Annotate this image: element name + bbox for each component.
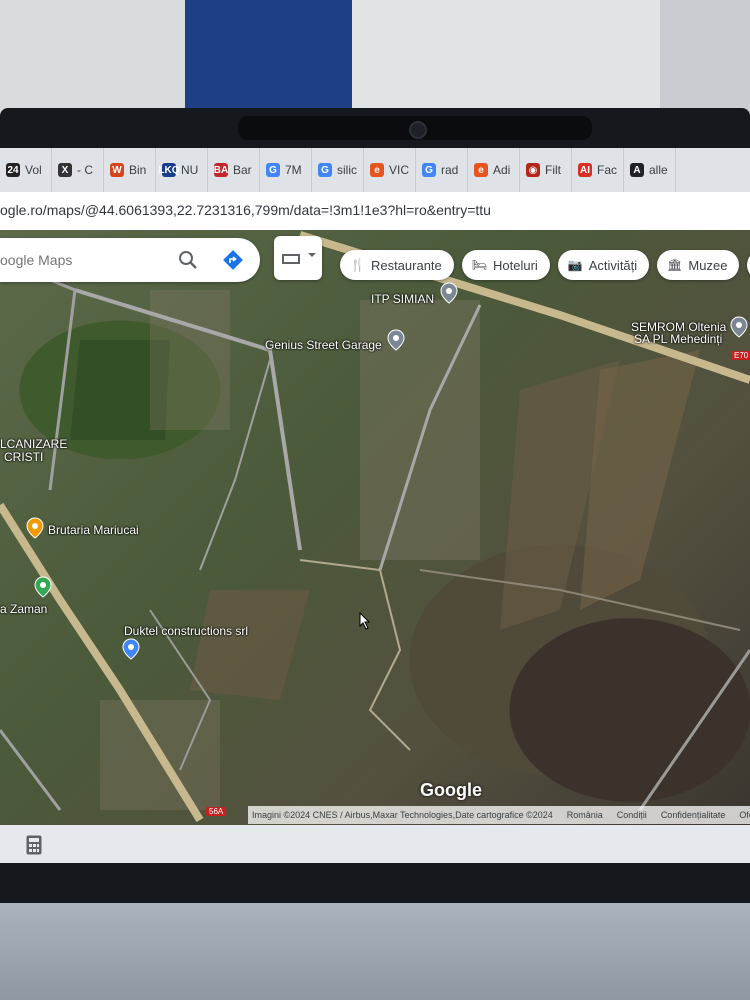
camera-icon: 📷 [567, 258, 583, 272]
tab-favicon-icon: 24 [6, 163, 20, 177]
tab-title: - C [77, 163, 93, 177]
place-label-duktel[interactable]: Duktel constructions srl [124, 624, 248, 638]
bakery-pin-icon[interactable] [26, 517, 44, 539]
search-input[interactable] [0, 238, 170, 282]
category-chips: 🍴Restaurante🛏Hoteluri📷Activități🏛Muzee🚆T [340, 250, 750, 280]
layers-button[interactable] [274, 236, 322, 280]
laptop-screen: 24 Vol X - C W Bin LKQ NU BA Bar G 7M Gsilic e VIC Grad… [0, 148, 750, 863]
place-label-vulcanizare[interactable]: LCANIZARE [0, 437, 67, 451]
category-chip-label: Hoteluri [493, 257, 538, 273]
webcam-lens [409, 121, 427, 139]
browser-tab[interactable]: LKQ NU [156, 148, 208, 192]
road-label-e70: E70 [731, 351, 750, 360]
mouse-cursor-icon [359, 612, 371, 630]
calculator-icon[interactable] [26, 835, 42, 855]
laptop-deck [0, 903, 750, 1000]
tab-favicon-icon: A [630, 163, 644, 177]
category-chip[interactable]: 🍴 Restaurante [340, 250, 454, 280]
tab-favicon-icon: G [266, 163, 280, 177]
map-pin-icon[interactable] [440, 282, 458, 304]
category-chip[interactable]: 🛏 Hoteluri [461, 250, 550, 280]
browser-tab[interactable]: Grad [416, 148, 468, 192]
tab-title: NU [181, 163, 199, 177]
tab-favicon-icon: e [370, 163, 384, 177]
browser-tab[interactable]: 24 Vol [0, 148, 52, 192]
tab-title: VIC [389, 163, 409, 177]
place-label-semrom-2[interactable]: SA PL Mehedinți [634, 332, 722, 346]
tab-favicon-icon: LKQ [158, 163, 180, 177]
tab-title: Fac [597, 163, 617, 177]
tab-favicon-icon: X [58, 163, 72, 177]
browser-tab[interactable]: ◉ Filt [520, 148, 572, 192]
category-chip-label: Muzee [688, 257, 728, 273]
map-pin-icon[interactable] [122, 638, 140, 660]
google-logo: Google [420, 780, 482, 800]
tab-favicon-icon: G [318, 163, 332, 177]
tab-title: Filt [545, 163, 561, 177]
country-link[interactable]: România [567, 810, 603, 820]
browser-tab[interactable]: X- C [52, 148, 104, 192]
tab-favicon-icon: ◉ [526, 163, 540, 177]
place-label-vulcanizare-2[interactable]: CRISTI [4, 450, 43, 464]
address-bar-url[interactable]: ogle.ro/maps/@44.6061393,22.7231316,799m… [0, 202, 491, 218]
tab-favicon-icon: G [422, 163, 436, 177]
tab-title: Vol [25, 163, 42, 177]
category-chip[interactable]: 📷 Activități [557, 250, 650, 280]
imagery-credit: Imagini ©2024 CNES / Airbus,Maxar Techno… [252, 810, 553, 820]
tab-title: 7M [285, 163, 302, 177]
category-chip[interactable]: 🏛 Muzee [657, 250, 740, 280]
tab-favicon-icon: W [110, 163, 124, 177]
tab-title: Bar [233, 163, 252, 177]
terms-link[interactable]: Condiții [617, 810, 647, 820]
os-taskbar [0, 825, 750, 863]
address-bar[interactable]: ogle.ro/maps/@44.6061393,22.7231316,799m… [0, 192, 750, 231]
browser-tab[interactable]: e Adi [468, 148, 520, 192]
browser-tab-bar: 24 Vol X - C W Bin LKQ NU BA Bar G 7M Gsilic e VIC Grad… [0, 148, 750, 192]
search-icon[interactable] [178, 250, 198, 270]
map-footer: Imagini ©2024 CNES / Airbus,Maxar Techno… [248, 806, 750, 824]
browser-tab[interactable]: W Bin [104, 148, 156, 192]
browser-tab[interactable]: Gsilic [312, 148, 364, 192]
browser-tab[interactable]: e VIC [364, 148, 416, 192]
tab-favicon-icon: AI [578, 163, 592, 177]
museum-icon: 🏛 [667, 258, 683, 272]
tab-title: rad [441, 163, 459, 177]
browser-tab[interactable]: G 7M [260, 148, 312, 192]
background-wall [0, 0, 750, 120]
tab-title: Adi [493, 163, 511, 177]
tab-title: silic [337, 163, 357, 177]
layers-icon [282, 253, 316, 264]
tab-title: Bin [129, 163, 147, 177]
browser-tab[interactable]: BA Bar [208, 148, 260, 192]
browser-tab[interactable]: Aalle [624, 148, 676, 192]
search-box[interactable] [0, 238, 260, 282]
satellite-map[interactable]: 🍴Restaurante🛏Hoteluri📷Activități🏛Muzee🚆T… [0, 230, 750, 825]
tab-favicon-icon: BA [213, 163, 229, 177]
place-label-brutaria[interactable]: Brutaria Mariucai [48, 523, 139, 537]
tab-favicon-icon: e [474, 163, 488, 177]
road-label-56a: 56A [206, 807, 227, 816]
place-label-genius[interactable]: Genius Street Garage [265, 338, 382, 352]
map-pin-icon[interactable] [387, 329, 405, 351]
directions-icon[interactable] [222, 249, 244, 271]
feedback-link[interactable]: Oferă f [739, 810, 750, 820]
map-pin-icon[interactable] [730, 316, 748, 338]
bed-icon: 🛏 [471, 258, 488, 272]
tab-title: alle [649, 163, 668, 177]
place-label-zaman[interactable]: a Zaman [0, 602, 47, 616]
park-pin-icon[interactable] [34, 576, 52, 598]
category-chip-label: Activități [588, 257, 638, 273]
laptop-bezel-bottom [0, 863, 750, 903]
category-chip-label: Restaurante [370, 257, 442, 273]
fork-knife-icon: 🍴 [350, 258, 365, 272]
privacy-link[interactable]: Confidențialitate [661, 810, 726, 820]
place-label-itp[interactable]: ITP SIMIAN [371, 292, 434, 306]
browser-tab[interactable]: AI Fac [572, 148, 624, 192]
